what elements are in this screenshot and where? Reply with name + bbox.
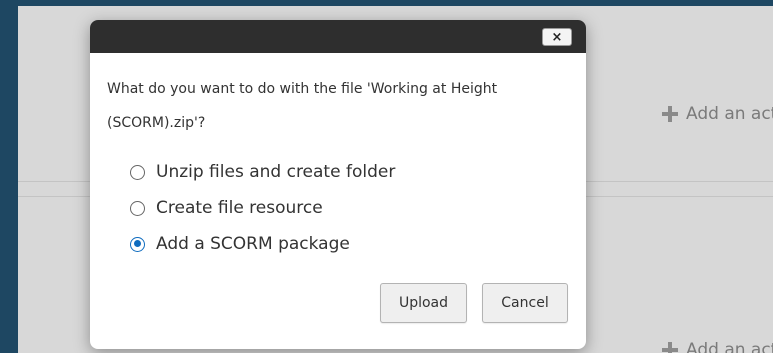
dialog-buttons: Upload Cancel — [380, 283, 568, 323]
radio-scorm[interactable] — [130, 236, 145, 252]
add-activity-link[interactable]: Add an activity or resource — [662, 340, 773, 353]
option-scorm[interactable]: Add a SCORM package — [130, 226, 395, 262]
option-unzip[interactable]: Unzip files and create folder — [130, 154, 395, 190]
option-label: Add a SCORM package — [156, 234, 350, 254]
add-activity-label: Add an activity or resource — [686, 340, 773, 353]
radio-file-resource[interactable] — [130, 200, 145, 216]
add-activity-link[interactable]: Add an activity or resource — [662, 104, 773, 124]
close-button[interactable]: × — [542, 28, 572, 46]
file-upload-dialog: × What do you want to do with the file '… — [90, 20, 586, 349]
cancel-button[interactable]: Cancel — [482, 283, 568, 323]
option-label: Create file resource — [156, 198, 323, 218]
add-activity-label: Add an activity or resource — [686, 104, 773, 124]
close-icon: × — [551, 29, 563, 45]
plus-icon — [662, 106, 678, 122]
plus-icon — [662, 342, 678, 353]
upload-options: Unzip files and create folder Create fil… — [130, 154, 395, 262]
dialog-header: × — [90, 20, 586, 53]
option-label: Unzip files and create folder — [156, 162, 396, 182]
upload-button[interactable]: Upload — [380, 283, 467, 323]
option-file-resource[interactable]: Create file resource — [130, 190, 395, 226]
dialog-message: What do you want to do with the file 'Wo… — [107, 81, 498, 131]
radio-unzip[interactable] — [130, 164, 145, 180]
